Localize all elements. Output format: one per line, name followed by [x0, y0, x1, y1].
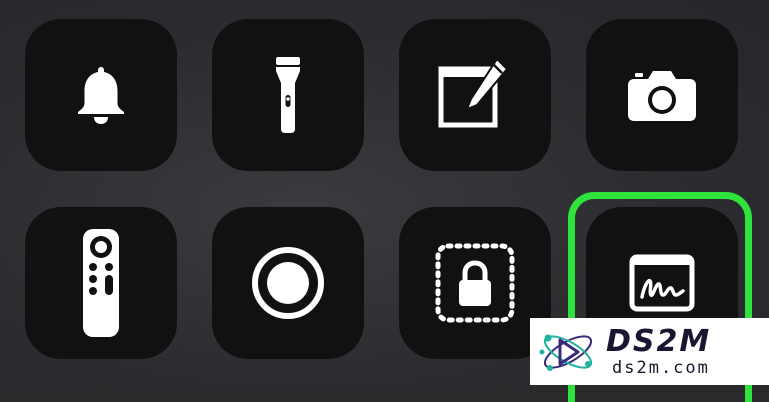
screen-recording-control[interactable]: [212, 207, 364, 359]
watermark: DS2M ds2m.com: [530, 318, 769, 385]
signature-icon: [629, 254, 695, 312]
camera-icon: [628, 71, 696, 121]
flashlight-control[interactable]: [212, 19, 364, 171]
watermark-title: DS2M: [606, 323, 712, 359]
guided-access-control[interactable]: [399, 207, 551, 359]
record-icon: [252, 247, 324, 319]
notes-compose-icon: [438, 57, 509, 128]
flashlight-icon: [276, 57, 300, 133]
tv-remote-icon: [83, 229, 119, 337]
apple-tv-remote-control[interactable]: [25, 207, 177, 359]
watermark-subtitle: ds2m.com: [612, 357, 710, 378]
guided-access-lock-icon: [435, 243, 515, 323]
bell-icon: [78, 67, 124, 124]
alarm-control[interactable]: [25, 19, 177, 171]
camera-control[interactable]: [586, 19, 738, 171]
notes-control[interactable]: [399, 19, 551, 171]
atom-logo-icon: [539, 334, 593, 371]
